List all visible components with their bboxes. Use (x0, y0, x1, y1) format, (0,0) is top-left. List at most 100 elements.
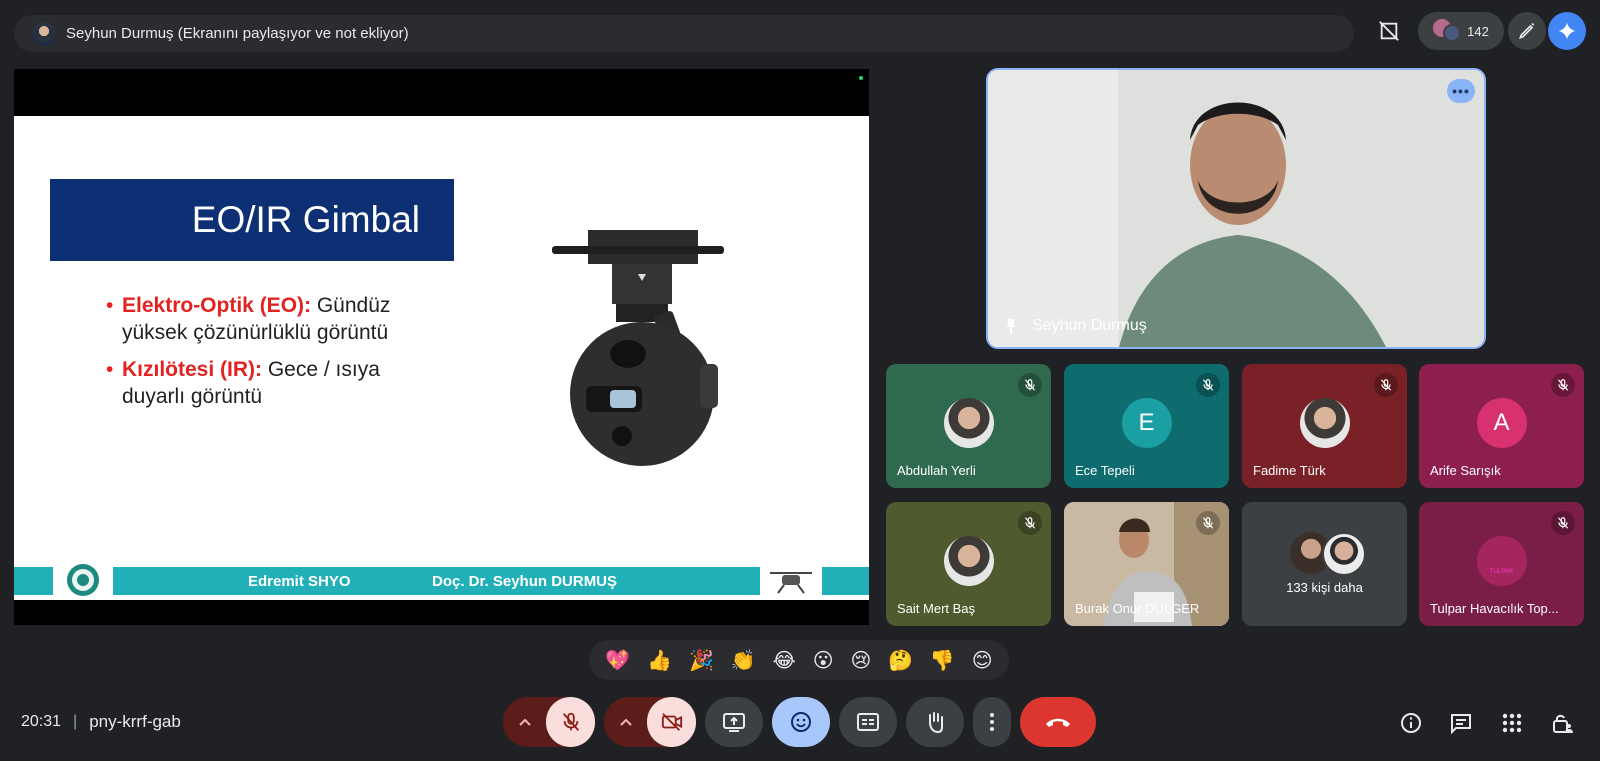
avatar-initial: A (1493, 409, 1510, 436)
pin-icon (1006, 319, 1016, 334)
participant-tile-sait-mert-ba[interactable]: Sait Mert Baş (886, 502, 1051, 626)
muted-indicator (1551, 373, 1575, 397)
sparkle-icon (1558, 22, 1576, 40)
avatar-initial: E (1138, 409, 1155, 436)
leave-call-button[interactable] (1020, 697, 1096, 747)
chat-button[interactable] (1443, 705, 1479, 741)
participant-tile-tulpar-havac-l-k-top[interactable]: TULPAR Tulpar Havacılık Top... (1419, 502, 1584, 626)
reaction-thumbs-up[interactable]: 👍 (647, 648, 672, 673)
mic-off-icon (1024, 379, 1036, 391)
mic-off-icon (1202, 379, 1214, 391)
speaker-label: Seyhun Durmuş (1004, 317, 1147, 335)
present-screen-icon (723, 713, 745, 732)
mic-off-icon (1202, 517, 1214, 529)
annotate-button[interactable] (1508, 12, 1546, 50)
chat-icon (1451, 714, 1471, 735)
participant-count: 142 (1467, 23, 1489, 39)
mic-off-icon (1380, 379, 1392, 391)
muted-indicator (1196, 373, 1220, 397)
more-options-button[interactable]: ••• (1447, 79, 1475, 103)
participant-avatar (943, 536, 994, 586)
reaction-thinking[interactable]: 🤔 (888, 648, 913, 673)
participant-name: Tulpar Havacılık Top... (1430, 601, 1559, 616)
mic-options-button[interactable] (503, 697, 546, 747)
drone-logo (760, 561, 822, 600)
participant-avatar (943, 398, 994, 448)
reaction-clap[interactable]: 👏 (731, 648, 756, 673)
more-participants-avatars (1290, 532, 1366, 576)
pencil-icon (1519, 22, 1535, 39)
chevron-up-icon (619, 718, 632, 726)
camera-control-group (604, 697, 696, 747)
reaction-sad[interactable]: 😢 (850, 648, 871, 673)
live-indicator-dot (859, 76, 863, 80)
muted-indicator (1018, 511, 1042, 535)
apps-grid-icon (1502, 713, 1522, 733)
slide-footer-left: Edremit SHYO (248, 572, 351, 590)
activities-button[interactable] (1494, 705, 1530, 741)
reactions-button[interactable] (772, 697, 830, 747)
participant-name: Arife Sarışık (1430, 463, 1501, 478)
reaction-surprised[interactable]: 😮 (813, 648, 834, 673)
presenter-avatar (32, 21, 56, 46)
participant-tile-burak-onur-d-lger[interactable]: Burak Onur DÜLGER (1064, 502, 1229, 626)
hide-background-button[interactable] (1369, 12, 1409, 50)
participants-button[interactable]: 142 (1418, 12, 1504, 50)
reaction-laugh[interactable]: 😂 (772, 648, 795, 673)
speaker-video-tile[interactable]: ••• Seyhun Durmuş (986, 68, 1486, 349)
present-screen-button[interactable] (705, 697, 763, 747)
logo-text: TULPAR (1489, 569, 1514, 575)
more-options-menu-button[interactable] (973, 697, 1011, 747)
participant-name: Ece Tepeli (1075, 463, 1135, 478)
participant-tile-arife-sar-k[interactable]: A Arife Sarışık (1419, 364, 1584, 488)
reaction-party[interactable]: 🎉 (689, 648, 714, 673)
slide-footer-right: Doç. Dr. Seyhun DURMUŞ (432, 572, 618, 590)
camera-off-icon (661, 713, 682, 731)
participant-avatar: E (1121, 398, 1172, 448)
reaction-heart[interactable]: 💖 (605, 648, 630, 673)
raise-hand-button[interactable] (906, 697, 964, 747)
vertical-dots-icon (990, 713, 994, 731)
participant-name: Fadime Türk (1253, 463, 1326, 478)
gemini-button[interactable] (1548, 12, 1586, 50)
participant-avatars-icon (1433, 19, 1462, 43)
participant-avatar (1299, 398, 1350, 448)
participant-tile-fadime-t-rk[interactable]: Fadime Türk (1242, 364, 1407, 488)
muted-indicator (1196, 511, 1220, 535)
mic-off-icon (1024, 517, 1036, 529)
meeting-separator: | (73, 713, 78, 730)
mic-off-icon (1557, 379, 1569, 391)
slide-bullets: Elektro-Optik (EO): Gündüz yüksek çözünü… (106, 292, 426, 420)
smiley-icon (791, 712, 811, 732)
more-dots-icon: ••• (1452, 83, 1470, 99)
camera-toggle-button[interactable] (647, 697, 696, 747)
slide-footer-bar: Edremit SHYO Doç. Dr. Seyhun DURMUŞ (14, 567, 869, 595)
host-controls-button[interactable] (1544, 705, 1580, 741)
muted-indicator (1374, 373, 1398, 397)
speaker-video (988, 70, 1484, 347)
mic-off-icon (1557, 517, 1569, 529)
more-participants-label: 133 kişi daha (1286, 580, 1363, 595)
presentation-slide: EO/IR Gimbal Elektro-Optik (EO): Gündüz … (14, 116, 869, 600)
participant-tile-133-ki-i-daha[interactable]: 133 kişi daha (1242, 502, 1407, 626)
meeting-details-button[interactable] (1393, 705, 1429, 741)
bullet-ir-label: Kızılötesi (IR): (122, 358, 262, 381)
no-background-icon (1379, 21, 1399, 41)
mic-toggle-button[interactable] (546, 697, 595, 747)
add-reaction-button[interactable]: 😊 (972, 648, 993, 673)
captions-icon (857, 713, 879, 731)
lock-person-icon (1553, 714, 1573, 733)
meeting-info: 20:31 | pny-krrf-gab (21, 712, 181, 732)
presenter-status-text: Seyhun Durmuş (Ekranını paylaşıyor ve no… (66, 25, 409, 42)
participant-tile-abdullah-yerli[interactable]: Abdullah Yerli (886, 364, 1051, 488)
participant-tile-ece-tepeli[interactable]: E Ece Tepeli (1064, 364, 1229, 488)
camera-options-button[interactable] (604, 697, 647, 747)
university-logo (53, 559, 113, 600)
reactions-bar: 💖 👍 🎉 👏 😂 😮 😢 🤔 👎 😊 (589, 640, 1009, 680)
captions-button[interactable] (839, 697, 897, 747)
mic-control-group (503, 697, 595, 747)
gimbal-camera-image (552, 230, 724, 466)
presenter-status-bar[interactable]: Seyhun Durmuş (Ekranını paylaşıyor ve no… (14, 15, 1354, 52)
muted-indicator (1018, 373, 1042, 397)
reaction-thumbs-down[interactable]: 👎 (930, 648, 955, 673)
